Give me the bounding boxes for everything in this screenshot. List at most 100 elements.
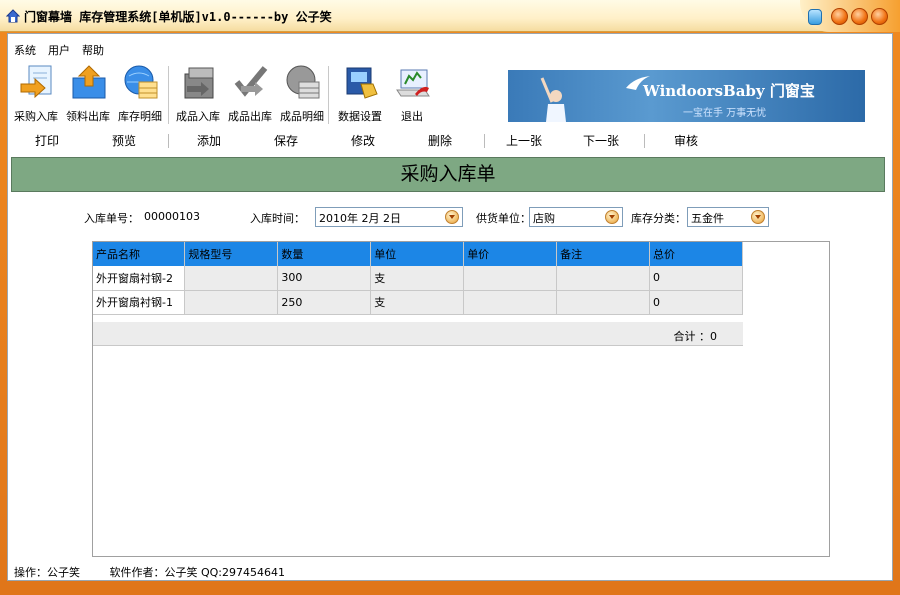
home-icon (6, 9, 20, 23)
operator-status: 操作：公子笑 (14, 566, 80, 579)
material-outbound-button[interactable]: 领料出库 (62, 62, 114, 126)
product-outbound-button[interactable]: 成品出库 (224, 62, 276, 126)
table-cell[interactable]: 250 (277, 290, 372, 315)
chevron-down-icon[interactable] (605, 210, 619, 224)
table-cell[interactable]: 外开窗扇衬钢-2 (93, 266, 186, 291)
table-cell[interactable] (184, 266, 279, 291)
maximize-button[interactable] (851, 8, 868, 25)
delete-button[interactable]: 删除 (428, 132, 452, 149)
action-separator (168, 134, 169, 148)
pin-button[interactable] (808, 9, 822, 25)
table-cell[interactable]: 外开窗扇衬钢-1 (93, 290, 186, 315)
table-row[interactable]: 外开窗扇衬钢-2 300 支 0 (93, 266, 743, 291)
material-outbound-icon (72, 65, 106, 99)
items-grid: 产品名称 规格型号 数量 单位 单价 备注 总价 外开窗扇衬钢-2 300 支 (92, 241, 830, 557)
toolbar-label: 退出 (401, 110, 423, 123)
table-header-row: 产品名称 规格型号 数量 单位 单价 备注 总价 (93, 242, 743, 266)
status-bar: 操作：公子笑 软件作者：公子笑 QQ:297454641 (14, 564, 285, 580)
next-button[interactable]: 下一张 (583, 132, 619, 149)
previous-button[interactable]: 上一张 (506, 132, 542, 149)
toolbar-label: 成品出库 (228, 110, 272, 123)
data-settings-icon (346, 67, 378, 99)
product-detail-button[interactable]: 成品明细 (276, 62, 328, 126)
column-header[interactable]: 单价 (463, 242, 558, 266)
minimize-button[interactable] (831, 8, 848, 25)
chevron-down-icon[interactable] (445, 210, 459, 224)
close-button[interactable] (871, 8, 888, 25)
items-table: 产品名称 规格型号 数量 单位 单价 备注 总价 外开窗扇衬钢-2 300 支 (93, 242, 743, 315)
order-no-value: 00000103 (144, 210, 200, 223)
table-cell[interactable] (463, 266, 558, 291)
main-client-area: 系统 用户 帮助 采购入库 领料出库 库存明细 成品入库 成品出库 成品明细 数… (7, 33, 893, 581)
column-header[interactable]: 产品名称 (93, 242, 186, 266)
table-cell[interactable] (463, 290, 558, 315)
toolbar-label: 成品入库 (176, 110, 220, 123)
table-cell[interactable]: 0 (649, 290, 743, 315)
window-title: 门窗幕墙 库存管理系统[单机版]v1.0------by 公子笑 (24, 10, 332, 24)
menu-system[interactable]: 系统 (8, 40, 42, 58)
toolbar-label: 数据设置 (338, 110, 382, 123)
stock-detail-icon (124, 65, 158, 99)
approve-button[interactable]: 审核 (674, 132, 698, 149)
action-separator (484, 134, 485, 148)
supplier-select[interactable]: 店购 (529, 207, 623, 227)
table-cell[interactable] (184, 290, 279, 315)
toolbar-label: 领料出库 (66, 110, 110, 123)
product-inbound-button[interactable]: 成品入库 (172, 62, 224, 126)
category-select[interactable]: 五金件 (687, 207, 769, 227)
product-detail-icon (286, 65, 320, 99)
product-inbound-icon (184, 67, 214, 99)
save-button[interactable]: 保存 (274, 132, 298, 149)
toolbar-label: 库存明细 (118, 110, 162, 123)
date-picker[interactable]: 2010年 2月 2日 (315, 207, 463, 227)
product-outbound-icon (234, 66, 268, 97)
total-value: 合计 ：0 (673, 330, 718, 343)
data-settings-button[interactable]: 数据设置 (334, 62, 386, 126)
column-header[interactable]: 备注 (556, 242, 651, 266)
table-cell[interactable]: 0 (649, 266, 743, 291)
column-header[interactable]: 单位 (370, 242, 465, 266)
edit-button[interactable]: 修改 (351, 132, 375, 149)
purchase-inbound-icon (20, 65, 52, 99)
toolbar: 采购入库 领料出库 库存明细 成品入库 成品出库 成品明细 数据设置 退出 Wi… (8, 62, 892, 128)
date-label: 入库时间： (250, 212, 305, 225)
preview-button[interactable]: 预览 (112, 132, 136, 149)
order-no-label: 入库单号： (84, 212, 139, 225)
date-value: 2010年 2月 2日 (319, 212, 401, 225)
table-cell[interactable]: 支 (370, 290, 465, 315)
table-row[interactable]: 外开窗扇衬钢-1 250 支 0 (93, 290, 743, 315)
toolbar-label: 采购入库 (14, 110, 58, 123)
menu-user[interactable]: 用户 (42, 40, 76, 58)
toolbar-label: 成品明细 (280, 110, 324, 123)
table-cell[interactable]: 支 (370, 266, 465, 291)
brand-slogan: 一宝在手 万事无忧 (683, 108, 767, 119)
supplier-label: 供货单位： (476, 212, 531, 225)
purchase-inbound-button[interactable]: 采购入库 (10, 62, 62, 126)
title-bar: 门窗幕墙 库存管理系统[单机版]v1.0------by 公子笑 (0, 0, 900, 32)
exit-icon (396, 69, 430, 97)
menu-help[interactable]: 帮助 (76, 40, 110, 58)
page-title: 采购入库单 (11, 157, 885, 192)
table-cell[interactable] (556, 290, 651, 315)
print-button[interactable]: 打印 (35, 132, 59, 149)
column-header[interactable]: 总价 (649, 242, 743, 266)
menu-bar: 系统 用户 帮助 (8, 40, 110, 58)
person-icon (540, 77, 566, 122)
column-header[interactable]: 数量 (277, 242, 372, 266)
total-row: 合计 ：0 (93, 322, 743, 346)
exit-button[interactable]: 退出 (386, 62, 438, 126)
chevron-down-icon[interactable] (751, 210, 765, 224)
action-bar: 打印 预览 添加 保存 修改 删除 上一张 下一张 审核 (8, 130, 892, 152)
table-cell[interactable] (556, 266, 651, 291)
table-cell[interactable]: 300 (277, 266, 372, 291)
add-button[interactable]: 添加 (197, 132, 221, 149)
app-window: 门窗幕墙 库存管理系统[单机版]v1.0------by 公子笑 系统 用户 帮… (0, 0, 900, 595)
brand-name: WindoorsBaby 门窗宝 (643, 82, 815, 100)
supplier-value: 店购 (533, 212, 555, 225)
brand-banner: WindoorsBaby 门窗宝 一宝在手 万事无忧 (508, 70, 865, 122)
toolbar-separator (328, 66, 329, 124)
column-header[interactable]: 规格型号 (184, 242, 279, 266)
category-label: 库存分类： (631, 212, 686, 225)
stock-detail-button[interactable]: 库存明细 (114, 62, 166, 126)
category-value: 五金件 (691, 212, 724, 225)
